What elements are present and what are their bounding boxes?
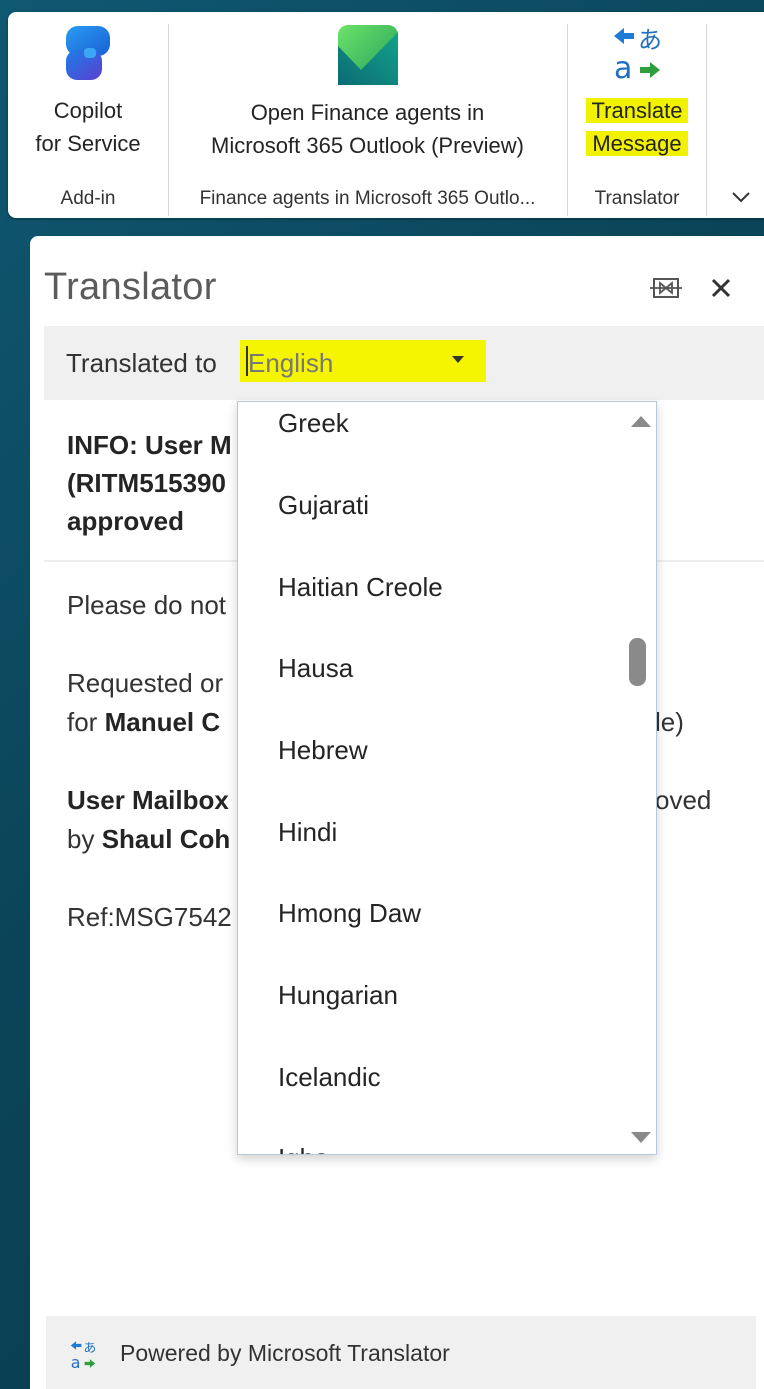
translated-to-bar: Translated to English [44,326,764,400]
requester-name: Manuel C [104,707,221,737]
body-line-tail: le) [655,707,684,737]
caret-down-icon [452,356,464,363]
body-line: for Manuel C [67,707,221,737]
powered-by-footer: あ a Powered by Microsoft Translator [46,1316,756,1389]
scroll-down-icon[interactable] [631,1132,651,1143]
ribbon: Copilot for Service Add-in Open Finance … [8,12,764,218]
language-option[interactable]: Hebrew [278,735,368,766]
language-option[interactable]: Igbo [278,1143,329,1154]
ribbon-group-add-in: Copilot for Service Add-in [8,12,168,218]
svg-text:あ: あ [84,1341,97,1356]
body-line: Please do not [67,590,227,620]
group-name-finance-agents: Finance agents in Microsoft 365 Outlo... [199,188,536,209]
ribbon-divider [706,24,707,216]
language-option[interactable]: Haitian Creole [278,572,443,603]
scrollbar-thumb[interactable] [629,638,646,686]
scroll-up-icon[interactable] [631,416,651,427]
language-option[interactable]: Hausa [278,653,353,684]
pin-icon[interactable] [648,272,684,304]
body-line: Ref:MSG7542 [67,902,232,932]
ribbon-group-translator: あ a Translate Message Translator [568,12,706,218]
body-line: Requested or [67,668,224,698]
copilot-for-service-button[interactable]: Copilot for Service [8,22,168,182]
body-line: User Mailbox [67,785,229,815]
approver-name: Shaul Coh [101,824,231,854]
body-line: by Shaul Coh [67,824,231,854]
translated-to-label: Translated to [66,348,217,378]
ribbon-group-finance-agents: Open Finance agents in Microsoft 365 Out… [169,12,566,218]
selected-language: English [248,348,334,378]
pane-title: Translator [44,266,217,308]
translate-message-label: Translate Message [568,94,706,160]
finance-agents-label: Open Finance agents in Microsoft 365 Out… [211,100,524,158]
finance-agents-icon [337,25,398,85]
language-option[interactable]: Hmong Daw [278,898,421,929]
language-option[interactable]: Greek [278,408,349,439]
chevron-down-icon[interactable] [726,182,756,212]
translate-message-button[interactable]: あ a Translate Message [568,22,706,182]
language-option[interactable]: Icelandic [278,1062,381,1093]
language-select[interactable]: English [240,340,486,382]
svg-text:あ: あ [638,26,662,54]
translator-icon: あ a [70,1341,97,1372]
language-dropdown-list[interactable]: Greek Gujarati Haitian Creole Hausa Hebr… [237,401,657,1155]
group-name-translator: Translator [594,188,680,209]
language-option[interactable]: Hindi [278,817,337,848]
dropdown-scrollbar[interactable] [618,402,656,1154]
body-line-tail: oved [655,785,712,815]
svg-text:a: a [71,1353,81,1372]
translator-icon: あ a [614,26,662,86]
svg-text:a: a [614,51,632,86]
close-icon[interactable] [705,272,737,304]
open-finance-agents-button[interactable]: Open Finance agents in Microsoft 365 Out… [169,22,566,182]
language-option[interactable]: Hungarian [278,980,398,1011]
powered-by-text: Powered by Microsoft Translator [120,1340,450,1366]
language-option[interactable]: Gujarati [278,490,369,521]
group-name-add-in: Add-in [60,188,116,209]
copilot-label: Copilot for Service [35,98,141,156]
copilot-icon [66,26,110,80]
